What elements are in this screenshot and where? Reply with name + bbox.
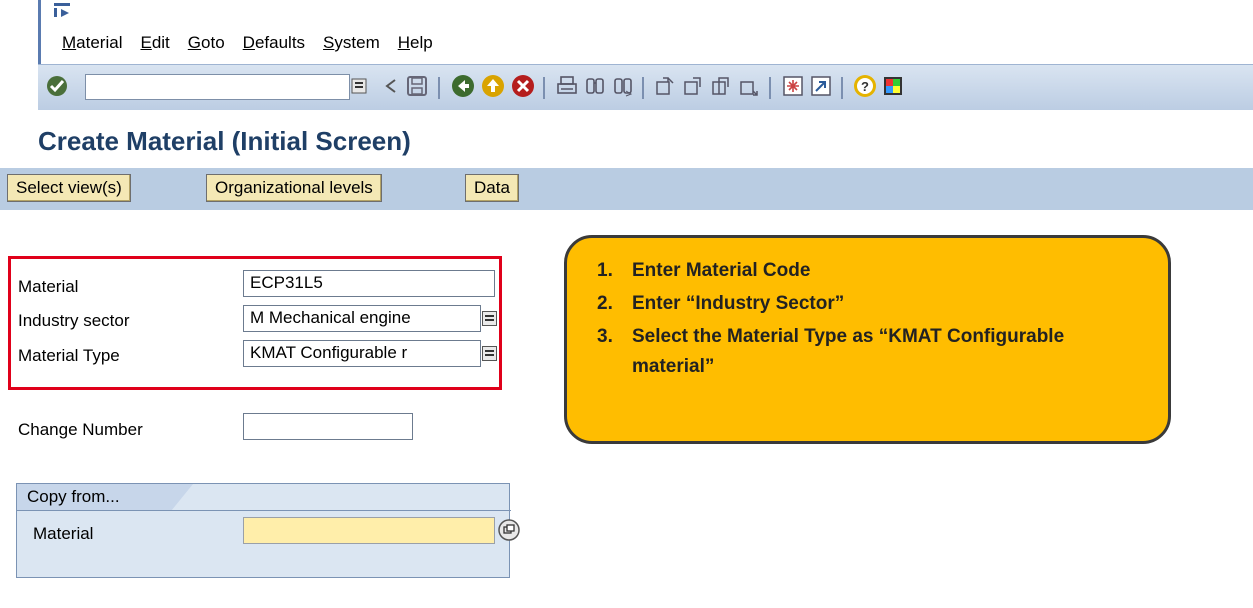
material-label: Material xyxy=(18,277,79,296)
data-button[interactable]: Data xyxy=(465,174,519,202)
toolbar-separator xyxy=(642,77,644,99)
application-toolbar: Select view(s) Organizational levels Dat… xyxy=(0,168,1253,210)
instruction-callout: 1. Enter Material Code 2. Enter “Industr… xyxy=(564,235,1171,444)
save-icon[interactable] xyxy=(404,72,430,100)
window-edge xyxy=(38,0,41,64)
page-title: Create Material (Initial Screen) xyxy=(38,126,411,156)
back-icon[interactable] xyxy=(450,72,476,100)
back-arrow-icon[interactable] xyxy=(378,72,404,100)
industry-sector-field[interactable]: M Mechanical engine xyxy=(243,305,481,332)
menu-goto[interactable]: Goto xyxy=(188,33,225,53)
menu-system[interactable]: System xyxy=(323,33,380,53)
prev-page-icon[interactable] xyxy=(680,72,706,100)
change-number-label: Change Number xyxy=(18,420,143,439)
dropdown-icon[interactable] xyxy=(482,346,497,361)
copy-from-tab: Copy from... xyxy=(17,484,193,510)
menu-items: Material Edit Goto Defaults System Help xyxy=(62,33,451,53)
menu-edit[interactable]: Edit xyxy=(140,33,169,53)
change-number-field[interactable] xyxy=(243,413,413,440)
next-page-icon[interactable] xyxy=(708,72,734,100)
step-text: Enter “Industry Sector” xyxy=(632,293,845,314)
organizational-levels-button[interactable]: Organizational levels xyxy=(206,174,382,202)
toolbar-separator xyxy=(769,77,771,99)
material-type-label: Material Type xyxy=(18,346,120,365)
menu-defaults[interactable]: Defaults xyxy=(243,33,305,53)
find-icon[interactable] xyxy=(582,72,608,100)
group-divider xyxy=(17,510,511,511)
search-help-icon[interactable] xyxy=(498,519,520,541)
help-icon[interactable]: ? xyxy=(852,72,878,100)
toolbar-separator xyxy=(543,77,545,99)
standard-toolbar: ? xyxy=(38,64,1253,110)
customize-layout-icon[interactable] xyxy=(880,72,906,100)
cancel-icon[interactable] xyxy=(510,72,536,100)
material-type-field[interactable]: KMAT Configurable r xyxy=(243,340,481,367)
first-page-icon[interactable] xyxy=(652,72,678,100)
toolbar-separator xyxy=(438,77,440,99)
instruction-list: 1. Enter Material Code 2. Enter “Industr… xyxy=(597,256,1072,385)
title-bar: Create Material (Initial Screen) xyxy=(0,110,1253,168)
toolbar-separator xyxy=(841,77,843,99)
step-number: 1. xyxy=(597,260,613,281)
exit-icon[interactable] xyxy=(480,72,506,100)
instruction-step: 2. Enter “Industry Sector” xyxy=(597,289,1072,319)
step-text: Enter Material Code xyxy=(632,260,811,281)
system-menu-icon[interactable] xyxy=(53,2,71,18)
instruction-step: 1. Enter Material Code xyxy=(597,256,1072,286)
command-history-icon[interactable] xyxy=(351,78,367,94)
material-field[interactable]: ECP31L5 xyxy=(243,270,495,297)
enter-icon[interactable] xyxy=(44,72,70,100)
work-area: Material ECP31L5 Industry sector M Mecha… xyxy=(0,210,1253,608)
print-icon[interactable] xyxy=(554,72,580,100)
last-page-icon[interactable] xyxy=(736,72,762,100)
command-field[interactable] xyxy=(85,74,350,100)
step-number: 2. xyxy=(597,293,613,314)
shortcut-icon[interactable] xyxy=(808,72,834,100)
select-views-button[interactable]: Select view(s) xyxy=(7,174,131,202)
instruction-step: 3. Select the Material Type as “KMAT Con… xyxy=(597,322,1072,382)
find-next-icon[interactable] xyxy=(610,72,636,100)
step-text: Select the Material Type as “KMAT Config… xyxy=(632,326,1065,377)
industry-sector-label: Industry sector xyxy=(18,311,130,330)
svg-text:?: ? xyxy=(861,79,869,94)
copy-material-label: Material xyxy=(33,524,94,543)
step-number: 3. xyxy=(597,326,613,347)
copy-material-field[interactable] xyxy=(243,517,495,544)
copy-from-group: Copy from... Material xyxy=(16,483,520,578)
menu-material[interactable]: Material xyxy=(62,33,122,53)
dropdown-icon[interactable] xyxy=(482,311,497,326)
create-session-icon[interactable] xyxy=(780,72,806,100)
menu-bar: Material Edit Goto Defaults System Help xyxy=(0,0,1253,64)
menu-help[interactable]: Help xyxy=(398,33,433,53)
